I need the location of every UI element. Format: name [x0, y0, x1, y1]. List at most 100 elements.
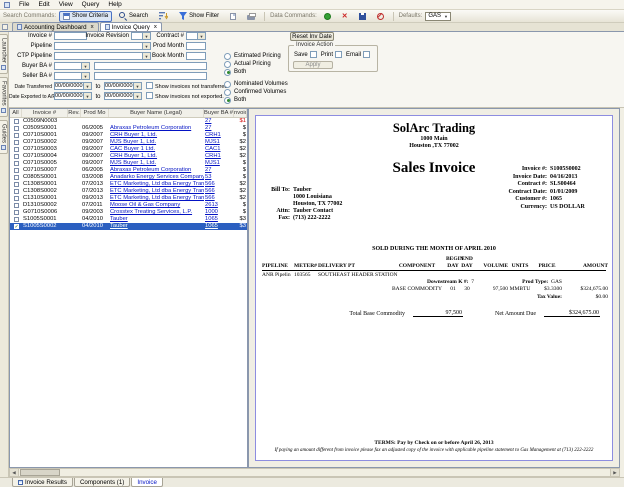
export-button[interactable] — [226, 11, 240, 22]
row-checkbox[interactable] — [10, 140, 22, 145]
date-exported-from[interactable]: 00/00/0000▼ — [54, 92, 92, 100]
buyer-name-link[interactable]: Tauber — [109, 216, 204, 223]
buyer-name-link[interactable]: ETC Marketing, Ltd dba Energy Transfer — [109, 188, 204, 195]
print-button[interactable] — [243, 11, 259, 22]
header-invoice-number[interactable]: Invoice # — [22, 109, 68, 117]
bottom-tab[interactable]: Invoice Results — [12, 478, 73, 487]
row-checkbox[interactable] — [10, 210, 22, 215]
buyer-ba-combo[interactable]: ▼ — [54, 62, 90, 70]
invoice-row[interactable]: S1005S0002 04/2010 Tauber 1065 $3 — [10, 223, 247, 230]
date-exported-to[interactable]: 00/00/0000▼ — [104, 92, 142, 100]
not-exported-checkbox[interactable] — [146, 92, 153, 99]
row-checkbox[interactable] — [10, 203, 22, 208]
invoice-row[interactable]: C0710S0004 09/2007 CRH Buyer 1, Ltd. CRH… — [10, 153, 247, 160]
save-button[interactable] — [355, 11, 370, 22]
buyer-name-link[interactable]: MJS Buyer 1, Ltd. — [109, 139, 204, 146]
buyer-name-link[interactable]: ETC Marketing, Ltd dba Energy Transfer — [109, 195, 204, 202]
apply-button[interactable]: Apply — [293, 61, 333, 69]
row-checkbox[interactable] — [10, 119, 22, 124]
row-checkbox[interactable] — [10, 196, 22, 201]
invoice-row[interactable]: C0710S0007 06/2005 Abraxas Petroleum Cor… — [10, 167, 247, 174]
contract-combo[interactable]: ▼ — [186, 32, 206, 40]
invoice-row[interactable]: C0805S0001 03/2008 Anadarko Energy Servi… — [10, 174, 247, 181]
invoice-row[interactable]: C1308S0002 07/2013 ETC Marketing, Ltd db… — [10, 188, 247, 195]
menu-item[interactable]: View — [59, 1, 73, 8]
show-criteria-button[interactable]: Show Criteria — [59, 11, 112, 22]
row-checkbox[interactable] — [10, 217, 22, 222]
delete-button[interactable]: ✕ — [338, 11, 352, 22]
invoice-row[interactable]: G0710S0006 09/2003 Crosstex Treating Ser… — [10, 209, 247, 216]
pricing-radio-option[interactable]: Actual Pricing — [224, 61, 281, 67]
invoice-row[interactable]: C0710S0005 09/2007 MJS Buyer 1, Ltd. MJS… — [10, 160, 247, 167]
buyer-ba-link[interactable]: CRH1 — [204, 153, 234, 160]
invoice-row[interactable]: C0710S0001 09/2007 CRH Buyer 1, Ltd. CRH… — [10, 132, 247, 139]
buyer-ba-link[interactable]: 1065 — [204, 223, 234, 230]
pricing-radio-option[interactable]: Estimated Pricing — [224, 53, 281, 59]
book-month-input[interactable] — [186, 52, 206, 60]
sidebar-tab[interactable]: Favorites — [0, 77, 8, 117]
invoice-row[interactable]: C0710S0002 09/2007 MJS Buyer 1, Ltd. MJS… — [10, 139, 247, 146]
invoice-row[interactable]: C1308S0001 07/2013 ETC Marketing, Ltd db… — [10, 181, 247, 188]
buyer-ba-link[interactable]: CRH1 — [204, 132, 234, 139]
header-prod-month[interactable]: Prod Mo — [81, 109, 109, 117]
show-filter-button[interactable]: Show Filter — [175, 10, 223, 23]
volumes-radio-option[interactable]: Confirmed Volumes — [224, 89, 288, 95]
seller-ba-combo[interactable]: ▼ — [54, 72, 90, 80]
row-checkbox[interactable] — [10, 126, 22, 131]
scrollbar-thumb[interactable] — [20, 469, 60, 476]
menu-item[interactable]: Edit — [38, 1, 49, 8]
row-checkbox[interactable] — [10, 147, 22, 152]
sidebar-tab[interactable]: Launcher — [0, 34, 8, 74]
bottom-tab[interactable]: Invoice — [131, 478, 163, 487]
seller-ba-name-input[interactable] — [94, 72, 207, 80]
go-button[interactable] — [320, 11, 335, 22]
header-buyer-ba[interactable]: Buyer BA # — [204, 109, 234, 117]
buyer-ba-link[interactable]: 27 — [204, 125, 234, 132]
invoice-row[interactable]: C1310S0001 09/2013 ETC Marketing, Ltd db… — [10, 195, 247, 202]
scroll-left-arrow[interactable]: ◀ — [10, 469, 19, 476]
buyer-name-link[interactable]: Tauber — [109, 223, 204, 230]
buyer-name-link[interactable]: Moose Oil & Gas Company — [109, 202, 204, 209]
search-button[interactable]: Search — [115, 10, 152, 22]
row-checkbox[interactable] — [10, 175, 22, 180]
action-checkbox-option[interactable]: Save — [294, 51, 317, 58]
volumes-radio-option[interactable]: Both — [224, 97, 288, 103]
buyer-ba-link[interactable]: 53 — [204, 174, 234, 181]
buyer-ba-link[interactable]: 1065 — [204, 216, 234, 223]
buyer-name-link[interactable]: CAC Buyer 1 Ltd. — [109, 146, 204, 153]
prod-month-input[interactable] — [186, 42, 206, 50]
invoice-row[interactable]: C0509S0001 06/2005 Abraxas Petroleum Cor… — [10, 125, 247, 132]
invoice-row[interactable]: D1310S0002 07/2011 Moose Oil & Gas Compa… — [10, 202, 247, 209]
row-checkbox[interactable] — [10, 133, 22, 138]
action-checkbox-option[interactable]: Print — [321, 51, 342, 58]
buyer-ba-link[interactable]: 566 — [204, 188, 234, 195]
bottom-tab[interactable]: Components (1) — [74, 478, 130, 487]
volumes-radio-option[interactable]: Nominated Volumes — [224, 81, 288, 87]
tab-strip-icon[interactable] — [2, 24, 8, 30]
buyer-name-link[interactable]: ETC Marketing, Ltd dba Energy Transfer — [109, 181, 204, 188]
row-checkbox[interactable] — [10, 161, 22, 166]
buyer-name-link[interactable]: Anadarko Energy Services Company — [109, 174, 204, 181]
menu-item[interactable]: Query — [82, 1, 100, 8]
row-checkbox[interactable] — [10, 168, 22, 173]
app-tab[interactable]: Invoice Query x — [100, 22, 162, 31]
row-checkbox[interactable] — [10, 182, 22, 187]
buyer-name-link[interactable]: CRH Buyer 1, Ltd. — [109, 132, 204, 139]
row-checkbox[interactable] — [10, 154, 22, 159]
buyer-ba-link[interactable]: 1000 — [204, 209, 234, 216]
ctp-pipeline-combo[interactable]: ▼ — [54, 52, 151, 60]
row-checkbox[interactable] — [10, 189, 22, 194]
buyer-ba-link[interactable]: 566 — [204, 195, 234, 202]
buyer-ba-link[interactable]: 2613 — [204, 202, 234, 209]
menu-item[interactable]: File — [19, 1, 29, 8]
buyer-ba-link[interactable]: 27 — [204, 118, 234, 125]
header-buyer-name[interactable]: Buyer Name (Legal) — [109, 109, 204, 117]
date-transferred-to[interactable]: 00/00/0000▼ — [104, 82, 142, 90]
close-icon[interactable]: x — [154, 24, 157, 30]
buyer-ba-link[interactable]: MJS1 — [204, 139, 234, 146]
buyer-ba-link[interactable]: 27 — [204, 167, 234, 174]
header-revision[interactable]: Rev. — [68, 109, 81, 117]
close-icon[interactable]: x — [91, 24, 94, 30]
buyer-name-link[interactable]: CRH Buyer 1, Ltd. — [109, 153, 204, 160]
invoice-row[interactable]: S1005S0001 04/2010 Tauber 1065 $3 — [10, 216, 247, 223]
